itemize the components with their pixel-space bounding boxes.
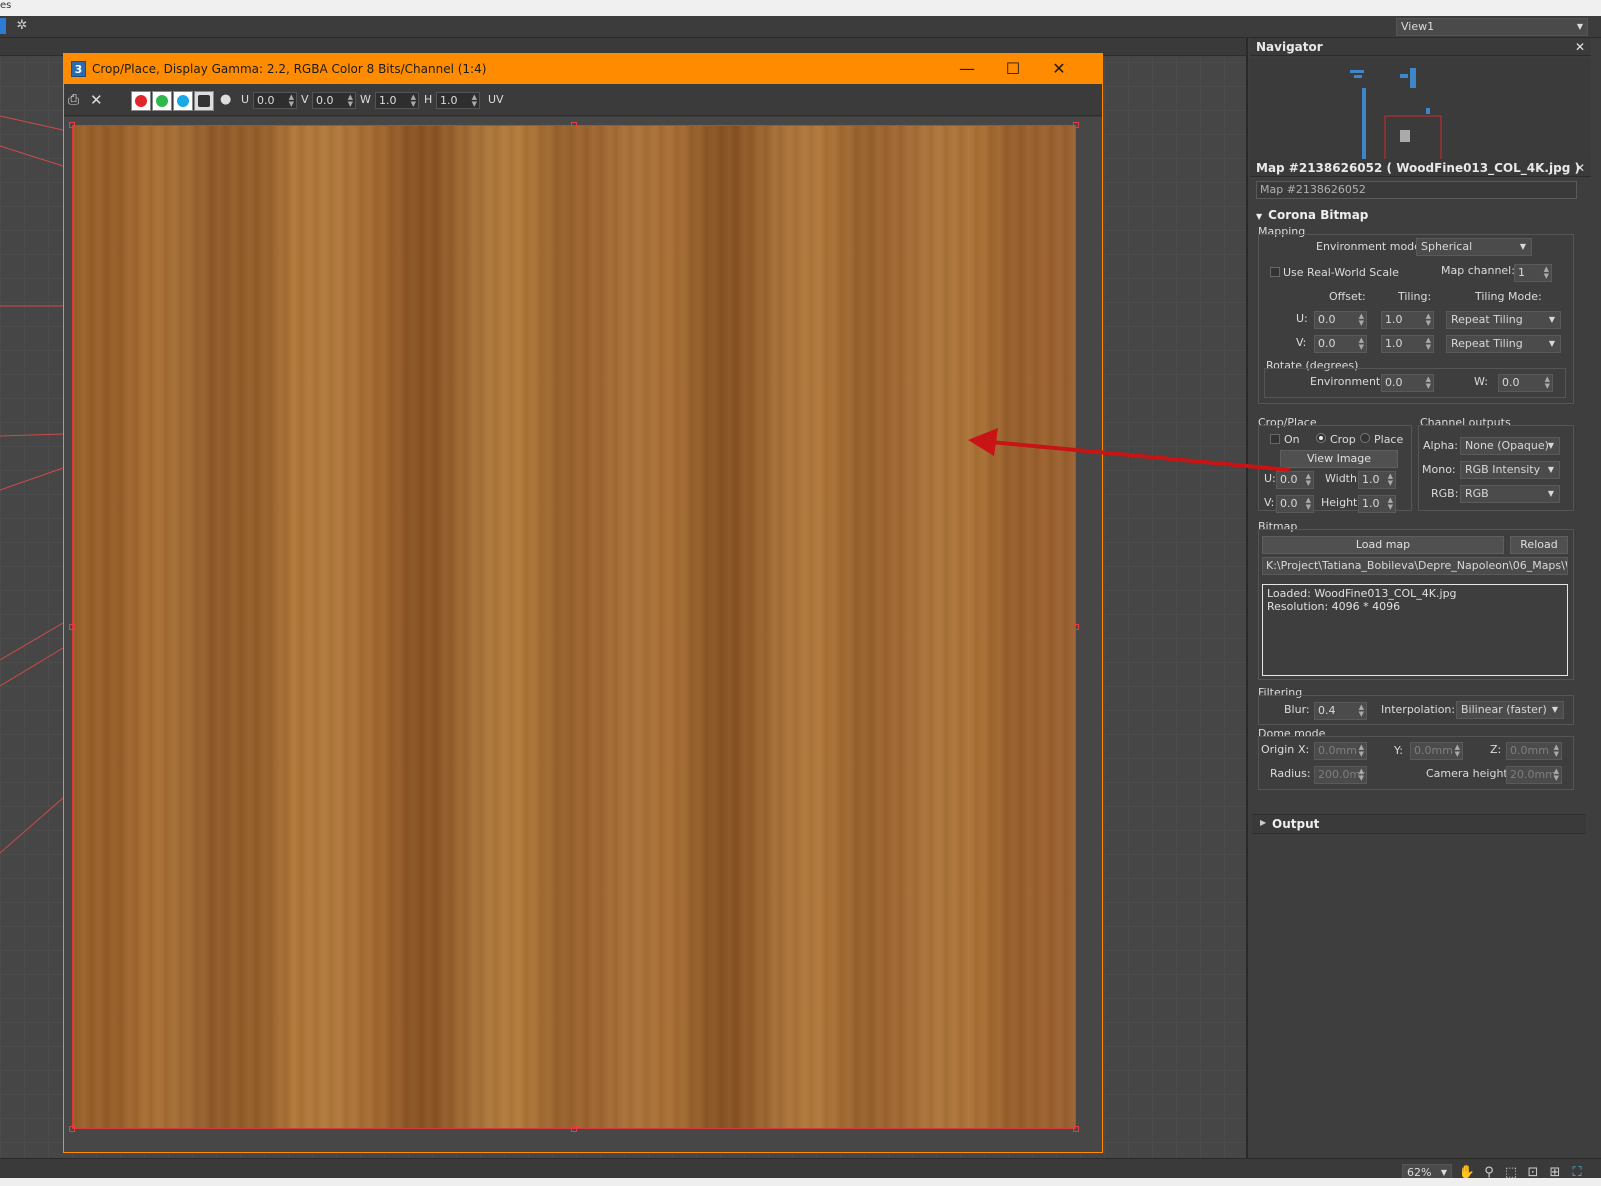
annotation-arrow-head-icon <box>968 428 998 456</box>
bottom-strip <box>0 1178 1601 1186</box>
annotation-overlay <box>968 428 1291 472</box>
annotation-arrow-shaft <box>989 440 1291 472</box>
